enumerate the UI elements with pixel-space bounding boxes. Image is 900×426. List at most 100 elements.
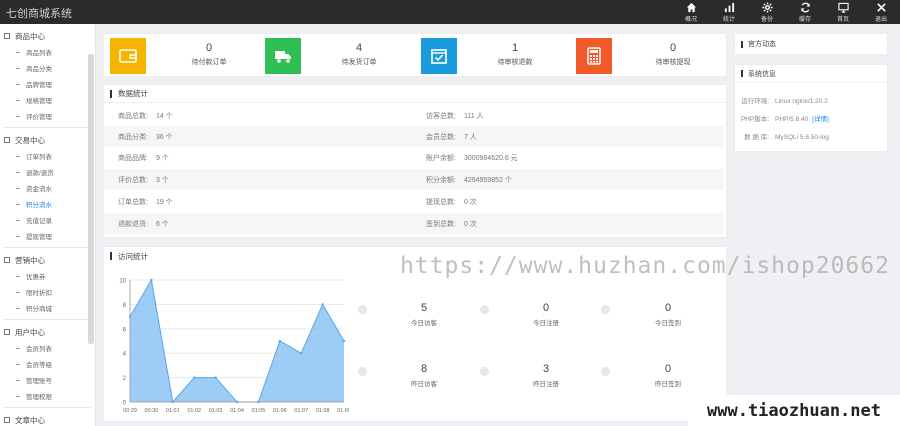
chart-x-tick: 01:06	[273, 408, 287, 414]
card-icon-pending-withdraw[interactable]	[576, 38, 612, 74]
summary-cards: 0 待付款订单 4 待发货订单 1 待审核退款 0 待审核提现	[103, 33, 727, 77]
watermark-tiaozhuan: www.tiaozhuan.net	[688, 395, 900, 426]
sidebar-item[interactable]: 品牌管理	[0, 76, 95, 92]
topnav-label: 退出	[874, 16, 887, 23]
chart-x-tick: 01:02	[187, 408, 201, 414]
calculator-icon	[587, 47, 601, 65]
sidebar-item[interactable]: 限时折扣	[0, 284, 95, 300]
stat-today-signin: 0 今日签到	[655, 302, 681, 327]
sysinfo-row: 数 据 库: MySQLi 5.6.50-log	[744, 134, 829, 141]
sidebar-group-goods: 商品中心 商品列表 商品分类 品牌管理 规格管理 评价管理	[0, 28, 95, 124]
stats-row: 商品品牌: 9 个 账户余额: 3000984620.6 元	[118, 154, 518, 162]
sidebar-item-active[interactable]: 积分流水	[0, 196, 95, 212]
stats-row: 订单总数: 19 个 提现总数: 0 次	[118, 198, 477, 206]
chart-y-tick: 0	[123, 401, 127, 407]
card-pending-refund[interactable]: 1 待审核退款	[470, 42, 560, 67]
sidebar-item[interactable]: 资金流水	[0, 180, 95, 196]
card-icon-pending-payment[interactable]	[110, 38, 146, 74]
top-nav: 概况 统计 备份 缓存 首页 退出	[672, 0, 900, 24]
refresh-icon	[800, 2, 810, 12]
sysinfo-row: PHP版本: PHP/5.6.40 [详情]	[740, 116, 829, 123]
stat-today-register: 0 今日注册	[533, 302, 559, 327]
chart-x-tick: 01:03	[209, 408, 223, 414]
chart-y-tick: 2	[123, 376, 127, 382]
sidebar-item[interactable]: 会员列表	[0, 340, 95, 356]
card-icon-pending-shipment[interactable]	[265, 38, 301, 74]
gear-icon	[761, 1, 773, 13]
chart-y-tick: 6	[123, 327, 127, 333]
card-pending-payment[interactable]: 0 待付款订单	[164, 42, 254, 67]
card-icon-pending-refund[interactable]	[421, 38, 457, 74]
stat-today-visitors: 5 今日访客	[411, 302, 437, 327]
news-panel-title: 官方动态	[735, 34, 887, 54]
php-details-link[interactable]: [详情]	[812, 116, 829, 123]
sysinfo-panel-title: 系统信息	[735, 65, 887, 83]
sidebar-group-title[interactable]: 营销中心	[0, 252, 95, 268]
chart-point	[342, 339, 346, 343]
sidebar-scrollbar[interactable]	[88, 54, 94, 344]
sidebar-item[interactable]: 管理账号	[0, 372, 95, 388]
chart-x-tick: 01:07	[294, 408, 308, 414]
topnav-logout[interactable]: 退出	[862, 0, 900, 24]
stats-row: 商品总数: 14 个 访客总数: 111 人	[118, 112, 484, 120]
separator-dot	[358, 305, 367, 314]
stat-yesterday-register: 3 昨日注册	[533, 363, 559, 388]
news-panel: 官方动态	[734, 33, 888, 55]
sidebar-item[interactable]: 会员等级	[0, 356, 95, 372]
chart-point	[193, 376, 196, 379]
square-icon	[4, 329, 10, 335]
chart-point	[278, 339, 281, 343]
topnav-overview[interactable]: 概况	[672, 0, 710, 24]
sidebar-item[interactable]: 商品列表	[0, 44, 95, 60]
checkbox-icon	[431, 49, 447, 64]
bar-chart-icon	[724, 2, 734, 12]
sidebar-item[interactable]: 商品分类	[0, 60, 95, 76]
sidebar-item[interactable]: 管理权限	[0, 388, 95, 404]
chart-x-tick: 00:29	[123, 408, 137, 414]
sidebar-group-title[interactable]: 用户中心	[0, 324, 95, 340]
topnav-stats[interactable]: 统计	[710, 0, 748, 24]
chart-x-tick: 01:05	[252, 408, 266, 414]
separator-dot	[358, 367, 367, 376]
sidebar-group-trade: 交易中心 订单列表 退款/退货 资金流水 积分流水 充值记录 提现管理	[0, 132, 95, 244]
chart-x-tick: 00:30	[145, 408, 159, 414]
square-icon	[4, 137, 10, 143]
topnav-cache[interactable]: 缓存	[786, 0, 824, 24]
sysinfo-row: 运行环境: Linux nginx/1.20.2	[741, 98, 828, 105]
card-pending-shipment[interactable]: 4 待发货订单	[314, 42, 404, 67]
sidebar-item[interactable]: 优惠券	[0, 268, 95, 284]
chart-y-tick: 4	[123, 352, 127, 358]
sidebar-item[interactable]: 规格管理	[0, 92, 95, 108]
sidebar-group-title[interactable]: 交易中心	[0, 132, 95, 148]
topnav-label: 首页	[836, 16, 849, 23]
sidebar-item[interactable]: 评价管理	[0, 108, 95, 124]
sidebar-item[interactable]: 积分商城	[0, 300, 95, 316]
traffic-chart: 0 2 4 6 8 10 00:29 00:30 01:01 01:02 01:03 01:04 01:…	[119, 278, 349, 415]
separator-dot	[601, 367, 610, 376]
sidebar-item[interactable]: 充值记录	[0, 212, 95, 228]
stats-panel-title: 数据统计	[104, 85, 726, 103]
chart-point	[321, 303, 324, 306]
sidebar-item[interactable]: 退款/退货	[0, 164, 95, 180]
truck-icon	[275, 51, 291, 63]
topnav-label: 备份	[760, 16, 773, 23]
topnav-home[interactable]: 首页	[824, 0, 862, 24]
stats-row: 商品分类: 36 个 会员总数: 7 人	[104, 126, 724, 147]
sidebar-group-title[interactable]: 文章中心	[0, 412, 95, 426]
sidebar-group-title[interactable]: 商品中心	[0, 28, 95, 44]
sidebar-item[interactable]: 提现管理	[0, 228, 95, 244]
sidebar-group-users: 用户中心 会员列表 会员等级 管理账号 管理权限	[0, 324, 95, 404]
monitor-icon	[837, 2, 849, 13]
chart-point	[150, 278, 153, 282]
close-icon	[876, 2, 886, 12]
topnav-backup[interactable]: 备份	[748, 0, 786, 24]
watermark-huzhan: https://www.huzhan.com/ishop20662	[400, 253, 890, 279]
stat-yesterday-signin: 0 昨日签到	[655, 363, 681, 388]
top-bar: 七创商城系统 概况 统计 备份 缓存 首页 退出	[0, 0, 900, 24]
app-title: 七创商城系统	[6, 8, 72, 20]
sidebar-item[interactable]: 订单列表	[0, 148, 95, 164]
square-icon	[4, 257, 10, 263]
topnav-label: 统计	[722, 16, 735, 23]
chart-point	[214, 376, 217, 379]
card-pending-withdraw[interactable]: 0 待审核提现	[628, 42, 718, 67]
